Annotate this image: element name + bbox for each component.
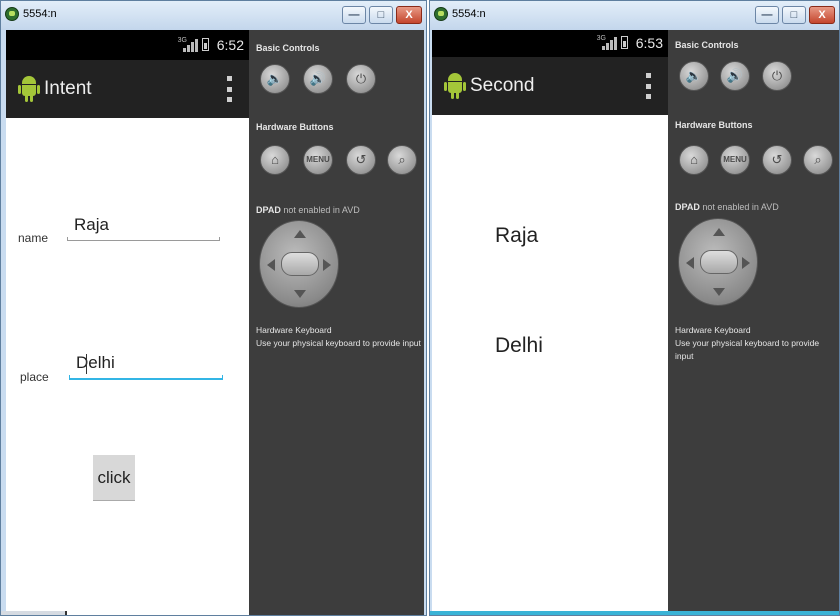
dpad-down-icon[interactable] <box>713 288 725 296</box>
dpad[interactable] <box>678 218 758 306</box>
menu-button[interactable]: MENU <box>720 145 750 175</box>
emulator-window-left: 5554:n — □ X 3G 6:52 Intent name Raja pl… <box>0 0 427 616</box>
place-label: place <box>20 370 49 384</box>
keyboard-description: Use your physical keyboard to provide in… <box>256 338 421 348</box>
keyboard-description: Use your physical keyboard to provide in… <box>675 338 820 361</box>
window-titlebar[interactable]: 5554:n — □ X <box>1 1 426 30</box>
name-field[interactable]: Raja <box>67 211 220 241</box>
power-icon[interactable]: ⏻ <box>762 61 792 91</box>
dpad-up-icon[interactable] <box>713 228 725 236</box>
window-title: 5554:n <box>452 8 486 20</box>
activity-title: Intent <box>44 78 92 99</box>
name-text: Raja <box>495 224 539 247</box>
dpad-right-icon[interactable] <box>323 259 331 271</box>
maximize-button[interactable]: □ <box>369 6 393 24</box>
dpad-center-button[interactable] <box>700 250 738 274</box>
action-bar: Second <box>432 57 668 115</box>
overflow-menu-icon[interactable] <box>227 76 232 102</box>
dpad-left-icon[interactable] <box>686 257 694 269</box>
keyboard-note: Hardware Keyboard Use your physical keyb… <box>675 324 839 363</box>
battery-icon <box>621 36 628 49</box>
android-robot-icon <box>444 73 466 99</box>
dpad-left-icon[interactable] <box>267 259 275 271</box>
dpad-prefix: DPAD <box>675 202 700 212</box>
dpad-center-button[interactable] <box>281 252 319 276</box>
back-icon[interactable]: ↺ <box>762 145 792 175</box>
dpad-down-icon[interactable] <box>294 290 306 298</box>
window-title: 5554:n <box>23 8 57 20</box>
search-icon[interactable]: ⌕ <box>803 145 833 175</box>
close-button[interactable]: X <box>396 6 422 24</box>
keyboard-title: Hardware Keyboard <box>256 325 332 335</box>
search-icon[interactable]: ⌕ <box>387 145 417 175</box>
basic-controls-heading: Basic Controls <box>256 43 320 53</box>
device-screen: 3G 6:52 Intent name Raja place Delhi cli… <box>6 30 249 615</box>
dpad[interactable] <box>259 220 339 308</box>
place-field-value: Delhi <box>76 353 115 372</box>
maximize-button[interactable]: □ <box>782 6 806 24</box>
keyboard-note: Hardware Keyboard Use your physical keyb… <box>256 324 421 350</box>
volume-down-icon[interactable]: 🔈 <box>679 61 709 91</box>
device-screen: 3G 6:53 Second Raja Delhi <box>432 30 668 615</box>
place-text: Delhi <box>495 334 543 357</box>
click-button[interactable]: click <box>93 455 135 501</box>
battery-icon <box>202 38 209 51</box>
name-field-value: Raja <box>74 215 109 234</box>
minimize-button[interactable]: — <box>342 6 366 24</box>
emulator-window-right: 5554:n — □ X 3G 6:53 Second Raja Delhi B… <box>429 0 840 616</box>
action-bar: Intent <box>6 60 249 118</box>
close-button[interactable]: X <box>809 6 835 24</box>
dpad-heading: DPAD not enabled in AVD <box>675 202 779 212</box>
emulator-controls-panel: Basic Controls 🔈 🔊 ⏻ Hardware Buttons ⌂ … <box>668 30 839 615</box>
dpad-note: not enabled in AVD <box>702 202 779 212</box>
dpad-note: not enabled in AVD <box>283 205 360 215</box>
dpad-heading: DPAD not enabled in AVD <box>256 205 360 215</box>
activity-title: Second <box>470 75 535 96</box>
dpad-right-icon[interactable] <box>742 257 750 269</box>
signal-icon <box>602 37 617 50</box>
android-robot-icon <box>18 76 40 102</box>
volume-up-icon[interactable]: 🔊 <box>303 64 333 94</box>
volume-up-icon[interactable]: 🔊 <box>720 61 750 91</box>
volume-down-icon[interactable]: 🔈 <box>260 64 290 94</box>
clock: 6:53 <box>635 35 663 51</box>
emulator-app-icon <box>434 7 448 21</box>
signal-icon <box>183 39 198 52</box>
name-label: name <box>18 231 49 245</box>
overflow-menu-icon[interactable] <box>646 73 651 99</box>
status-bar: 3G 6:53 <box>432 30 668 57</box>
home-icon[interactable]: ⌂ <box>260 145 290 175</box>
emulator-app-icon <box>5 7 19 21</box>
power-icon[interactable]: ⏻ <box>346 64 376 94</box>
text-caret <box>86 354 87 374</box>
menu-button[interactable]: MENU <box>303 145 333 175</box>
keyboard-title: Hardware Keyboard <box>675 325 751 335</box>
taskbar-edge <box>430 611 839 615</box>
minimize-button[interactable]: — <box>755 6 779 24</box>
hardware-buttons-heading: Hardware Buttons <box>256 122 334 132</box>
place-field[interactable]: Delhi <box>69 350 223 380</box>
taskbar-edge <box>1 611 67 615</box>
dpad-prefix: DPAD <box>256 205 281 215</box>
back-icon[interactable]: ↺ <box>346 145 376 175</box>
emulator-controls-panel: Basic Controls 🔈 🔊 ⏻ Hardware Buttons ⌂ … <box>249 30 424 615</box>
clock: 6:52 <box>216 37 244 53</box>
hardware-buttons-heading: Hardware Buttons <box>675 120 753 130</box>
home-icon[interactable]: ⌂ <box>679 145 709 175</box>
status-bar: 3G 6:52 <box>6 30 249 60</box>
dpad-up-icon[interactable] <box>294 230 306 238</box>
basic-controls-heading: Basic Controls <box>675 40 739 50</box>
window-titlebar[interactable]: 5554:n — □ X <box>430 1 839 30</box>
